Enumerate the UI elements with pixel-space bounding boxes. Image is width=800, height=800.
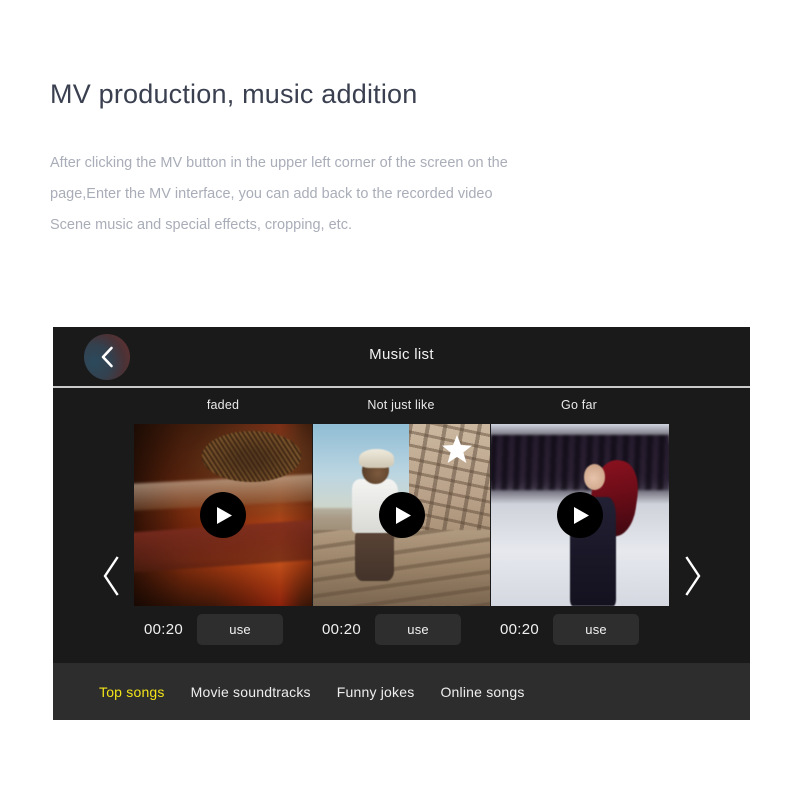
music-list-app-panel: Music list faded Not just like Go far 00…: [53, 327, 750, 720]
tab-funny-jokes[interactable]: Funny jokes: [337, 684, 415, 700]
track-card[interactable]: [491, 424, 670, 606]
track-meta: 00:20 use: [312, 614, 490, 645]
article-block: MV production, music addition After clic…: [50, 78, 670, 241]
boy-cap-shape: [358, 449, 395, 468]
woman-face-shape: [583, 464, 606, 490]
tab-online-songs[interactable]: Online songs: [440, 684, 524, 700]
carousel-prev-button[interactable]: [91, 548, 131, 604]
play-icon: [392, 506, 412, 525]
boy-shorts-shape: [355, 529, 395, 581]
track-title: faded: [206, 398, 240, 412]
play-button[interactable]: [199, 492, 246, 538]
tab-movie-soundtracks[interactable]: Movie soundtracks: [191, 684, 311, 700]
track-card[interactable]: [134, 424, 312, 606]
category-tab-bar: Top songs Movie soundtracks Funny jokes …: [53, 663, 750, 720]
use-button[interactable]: use: [553, 614, 640, 645]
nest-shape: [201, 431, 302, 483]
track-meta: 00:20 use: [490, 614, 668, 645]
track-title-row: faded Not just like Go far: [134, 398, 669, 412]
track-title: Go far: [561, 398, 597, 412]
track-title: Not just like: [367, 398, 435, 412]
chevron-left-icon: [100, 555, 122, 597]
track-card[interactable]: [312, 424, 491, 606]
tab-top-songs[interactable]: Top songs: [99, 684, 165, 700]
stone-wall-bottom: [312, 529, 491, 606]
carousel-next-button[interactable]: [673, 548, 713, 604]
description-line: Scene music and special effects, croppin…: [50, 217, 352, 234]
app-title: Music list: [369, 346, 434, 363]
description-line: page,Enter the MV interface, you can add…: [50, 186, 493, 203]
page-description: After clicking the MV button in the uppe…: [50, 110, 670, 241]
app-header: Music list: [53, 327, 750, 388]
chevron-right-icon: [682, 555, 704, 597]
treeline-shape: [491, 434, 670, 490]
track-duration: 00:20: [500, 621, 540, 638]
carousel-area: faded Not just like Go far 00:20 use 00:…: [53, 388, 750, 663]
track-card-list: [134, 424, 670, 606]
play-button[interactable]: [378, 492, 425, 538]
description-line: After clicking the MV button in the uppe…: [50, 155, 508, 172]
play-icon: [570, 506, 590, 525]
star-icon: [441, 433, 473, 465]
use-button[interactable]: use: [197, 614, 284, 645]
track-meta-row: 00:20 use 00:20 use 00:20 use: [134, 614, 669, 645]
page-title: MV production, music addition: [50, 79, 418, 109]
play-button[interactable]: [557, 492, 604, 538]
use-button[interactable]: use: [375, 614, 462, 645]
track-meta: 00:20 use: [134, 614, 312, 645]
track-duration: 00:20: [144, 621, 184, 638]
play-icon: [213, 506, 233, 525]
track-duration: 00:20: [322, 621, 362, 638]
